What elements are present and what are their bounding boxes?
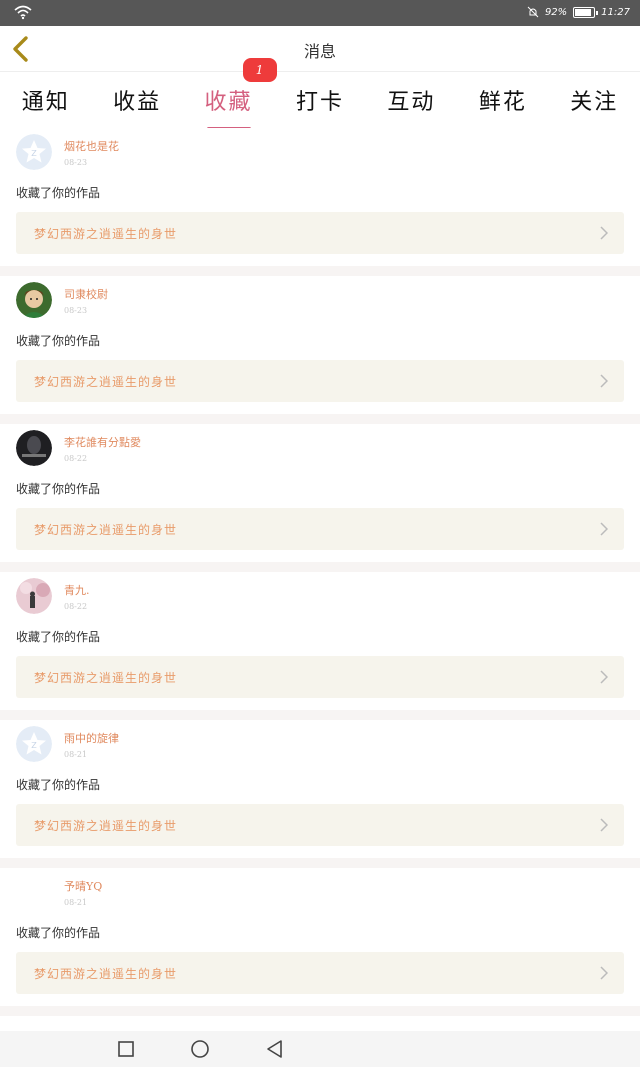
- username[interactable]: 予晴YQ: [64, 878, 102, 894]
- work-link[interactable]: 梦幻西游之逍遥生的身世: [16, 212, 624, 254]
- default-star-avatar-icon: Z: [16, 134, 52, 170]
- tab-flowers[interactable]: 鲜花: [475, 84, 531, 116]
- date: 08-23: [64, 306, 88, 315]
- battery-percent: 92%: [544, 6, 568, 18]
- tab-label: 收藏: [204, 90, 253, 115]
- notification-item: 李花誰有分點愛 08-22 收藏了你的作品 梦幻西游之逍遥生的身世: [0, 424, 640, 572]
- clock: 11:27: [601, 6, 630, 18]
- work-title: 梦幻西游之逍遥生的身世: [34, 375, 178, 389]
- notification-list: Z 烟花也是花 08-23 收藏了你的作品 梦幻西游之逍遥生的身世 司隶校尉 0…: [0, 128, 640, 1016]
- tab-label: 鲜花: [478, 90, 527, 115]
- date: 08-21: [64, 750, 88, 759]
- tab-interaction[interactable]: 互动: [383, 84, 439, 116]
- tab-label: 关注: [570, 90, 619, 115]
- work-title: 梦幻西游之逍遥生的身世: [34, 819, 178, 833]
- chevron-right-icon: [600, 670, 608, 684]
- tab-label: 收益: [113, 90, 162, 115]
- default-star-avatar-icon: Z: [16, 726, 52, 762]
- wifi-icon: [14, 5, 32, 20]
- work-link[interactable]: 梦幻西游之逍遥生的身世: [16, 360, 624, 402]
- avatar[interactable]: Z: [16, 134, 52, 170]
- work-link[interactable]: 梦幻西游之逍遥生的身世: [16, 508, 624, 550]
- chevron-right-icon: [600, 226, 608, 240]
- chevron-right-icon: [600, 966, 608, 980]
- tab-bar: 通知 收益 收藏 1 打卡 互动 鲜花 关注: [0, 58, 640, 130]
- notification-item: Z 烟花也是花 08-23 收藏了你的作品 梦幻西游之逍遥生的身世: [0, 128, 640, 276]
- tab-earnings[interactable]: 收益: [109, 84, 165, 116]
- notification-item: 予晴YQ 08-21 收藏了你的作品 梦幻西游之逍遥生的身世: [0, 868, 640, 1016]
- username[interactable]: 司隶校尉: [64, 286, 108, 302]
- tab-label: 通知: [21, 90, 70, 115]
- chevron-right-icon: [600, 374, 608, 388]
- battery-icon: [573, 6, 599, 18]
- date: 08-22: [64, 454, 88, 463]
- avatar[interactable]: [16, 430, 52, 466]
- dark-photo-avatar-icon: [16, 430, 52, 466]
- tab-checkin[interactable]: 打卡: [292, 84, 348, 116]
- recent-apps-icon[interactable]: [116, 1039, 136, 1059]
- work-title: 梦幻西游之逍遥生的身世: [34, 967, 178, 981]
- mute-bell-icon: [527, 6, 539, 18]
- header: 消息: [0, 26, 640, 72]
- chevron-right-icon: [600, 818, 608, 832]
- notification-item: 青九. 08-22 收藏了你的作品 梦幻西游之逍遥生的身世: [0, 572, 640, 720]
- avatar[interactable]: [16, 874, 52, 910]
- username[interactable]: 李花誰有分點愛: [64, 434, 141, 450]
- tab-label: 互动: [387, 90, 436, 115]
- date: 08-21: [64, 898, 88, 907]
- unread-badge: 1: [242, 58, 277, 82]
- page-title: 消息: [303, 42, 336, 61]
- work-link[interactable]: 梦幻西游之逍遥生的身世: [16, 952, 624, 994]
- tab-favorites[interactable]: 收藏 1: [201, 58, 277, 130]
- username[interactable]: 烟花也是花: [64, 138, 119, 154]
- status-bar: 92% 11:27: [0, 0, 640, 26]
- tab-follow[interactable]: 关注: [566, 84, 622, 116]
- work-title: 梦幻西游之逍遥生的身世: [34, 523, 178, 537]
- svg-text:Z: Z: [31, 149, 37, 158]
- action-text: 收藏了你的作品: [16, 778, 101, 792]
- svg-text:Z: Z: [31, 741, 37, 750]
- work-link[interactable]: 梦幻西游之逍遥生的身世: [16, 656, 624, 698]
- action-text: 收藏了你的作品: [16, 186, 101, 200]
- blank-avatar-icon: [16, 874, 52, 910]
- work-title: 梦幻西游之逍遥生的身世: [34, 227, 178, 241]
- avatar[interactable]: Z: [16, 726, 52, 762]
- work-title: 梦幻西游之逍遥生的身世: [34, 671, 178, 685]
- pink-photo-avatar-icon: [16, 578, 52, 614]
- cartoon-avatar-icon: [16, 282, 52, 318]
- action-text: 收藏了你的作品: [16, 630, 101, 644]
- notification-item: Z 雨中的旋律 08-21 收藏了你的作品 梦幻西游之逍遥生的身世: [0, 720, 640, 868]
- action-text: 收藏了你的作品: [16, 334, 101, 348]
- system-nav-bar: [0, 1031, 640, 1067]
- avatar[interactable]: [16, 578, 52, 614]
- notification-item: 司隶校尉 08-23 收藏了你的作品 梦幻西游之逍遥生的身世: [0, 276, 640, 424]
- back-triangle-icon[interactable]: [265, 1039, 285, 1059]
- action-text: 收藏了你的作品: [16, 926, 101, 940]
- action-text: 收藏了你的作品: [16, 482, 101, 496]
- username[interactable]: 雨中的旋律: [64, 730, 119, 746]
- chevron-right-icon: [600, 522, 608, 536]
- date: 08-22: [64, 602, 88, 611]
- home-icon[interactable]: [190, 1039, 210, 1059]
- tab-notifications[interactable]: 通知: [18, 84, 74, 116]
- tab-label: 打卡: [295, 90, 344, 115]
- work-link[interactable]: 梦幻西游之逍遥生的身世: [16, 804, 624, 846]
- avatar[interactable]: [16, 282, 52, 318]
- date: 08-23: [64, 158, 88, 167]
- username[interactable]: 青九.: [64, 582, 90, 598]
